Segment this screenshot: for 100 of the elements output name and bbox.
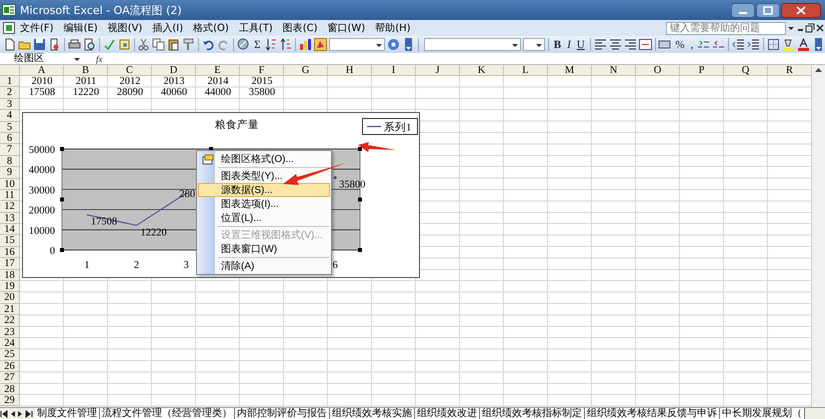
document-icon[interactable] bbox=[3, 22, 15, 34]
row-header[interactable]: 3 bbox=[0, 98, 20, 110]
row-header[interactable]: 25 bbox=[0, 349, 20, 361]
spelling-icon[interactable] bbox=[102, 38, 116, 51]
menu-item[interactable]: 视图(V) bbox=[102, 21, 148, 35]
column-header[interactable]: B bbox=[64, 65, 108, 76]
sort-ascending-icon[interactable] bbox=[264, 38, 278, 51]
sheet-tab[interactable]: 中长期发展规划（ bbox=[720, 408, 805, 419]
font-size-field[interactable] bbox=[523, 38, 545, 51]
increase-indent-icon[interactable] bbox=[747, 38, 760, 51]
column-header[interactable]: P bbox=[680, 65, 724, 76]
menu-item[interactable]: 绘图区格式(O)... bbox=[198, 152, 330, 166]
undo-icon[interactable] bbox=[202, 38, 216, 51]
row-header[interactable]: 2 bbox=[0, 87, 20, 99]
column-header[interactable]: K bbox=[460, 65, 504, 76]
row-header[interactable]: 8 bbox=[0, 156, 20, 168]
column-header[interactable]: A bbox=[20, 65, 64, 76]
row-header[interactable]: 6 bbox=[0, 132, 20, 144]
column-header[interactable]: O bbox=[636, 65, 680, 76]
underline-button[interactable]: U bbox=[574, 38, 587, 50]
row-header[interactable]: 5 bbox=[0, 122, 20, 133]
first-sheet-icon[interactable] bbox=[0, 408, 8, 418]
row-header[interactable]: 1 bbox=[0, 76, 20, 88]
next-sheet-icon[interactable] bbox=[17, 408, 24, 418]
sort-descending-icon[interactable] bbox=[279, 38, 292, 51]
row-header[interactable]: 21 bbox=[0, 304, 20, 316]
italic-button[interactable]: I bbox=[565, 38, 573, 50]
font-name-field[interactable] bbox=[424, 38, 522, 51]
sheet-tab[interactable]: 组织绩效改进 bbox=[415, 408, 480, 419]
menu-item[interactable]: 插入(I) bbox=[147, 21, 188, 35]
row-header[interactable]: 18 bbox=[0, 270, 20, 282]
close-icon[interactable] bbox=[781, 2, 821, 18]
column-header[interactable]: G bbox=[284, 65, 328, 76]
column-header[interactable]: E bbox=[196, 65, 240, 76]
percent-button[interactable]: % bbox=[673, 38, 687, 50]
row-header[interactable]: 7 bbox=[0, 144, 20, 156]
row-header[interactable]: 27 bbox=[0, 372, 20, 384]
menu-item[interactable]: 格式(O) bbox=[188, 21, 234, 35]
column-header[interactable]: H bbox=[328, 65, 372, 76]
new-file-icon[interactable] bbox=[3, 38, 16, 51]
menu-item[interactable]: 文件(F) bbox=[15, 21, 59, 35]
previous-sheet-icon[interactable] bbox=[9, 408, 16, 418]
decrease-indent-icon[interactable] bbox=[732, 38, 746, 51]
row-header[interactable]: 16 bbox=[0, 246, 20, 258]
bold-button[interactable]: B bbox=[552, 38, 564, 50]
vertical-scrollbar[interactable] bbox=[811, 65, 825, 407]
zoom-field[interactable] bbox=[329, 38, 386, 51]
menu-item[interactable]: 位置(L)... bbox=[198, 211, 330, 225]
align-right-icon[interactable] bbox=[624, 38, 637, 51]
row-header[interactable]: 14 bbox=[0, 224, 20, 236]
menu-item[interactable]: 工具(T) bbox=[234, 21, 278, 35]
paste-icon[interactable] bbox=[167, 38, 180, 51]
save-icon[interactable] bbox=[33, 38, 46, 51]
minimize-icon[interactable] bbox=[731, 2, 755, 18]
align-center-icon[interactable] bbox=[608, 38, 622, 51]
format-painter-icon[interactable] bbox=[182, 38, 196, 51]
menu-item[interactable]: 图表窗口(W) bbox=[198, 242, 330, 256]
column-header[interactable]: Q bbox=[724, 65, 768, 76]
column-header[interactable]: F bbox=[240, 65, 284, 76]
cut-icon[interactable] bbox=[137, 38, 150, 51]
row-header[interactable]: 15 bbox=[0, 235, 20, 247]
column-header[interactable]: R bbox=[768, 65, 812, 76]
menu-item[interactable]: 帮助(H) bbox=[370, 21, 416, 35]
column-header[interactable]: J bbox=[416, 65, 460, 76]
column-header[interactable]: N bbox=[592, 65, 636, 76]
close-icon[interactable] bbox=[815, 23, 825, 33]
selection-handle[interactable] bbox=[60, 147, 64, 151]
row-header[interactable]: 28 bbox=[0, 384, 20, 395]
menu-item[interactable]: 图表类型(Y)... bbox=[198, 169, 330, 183]
menu-item[interactable]: 源数据(S)... bbox=[198, 183, 330, 197]
column-header[interactable]: I bbox=[372, 65, 416, 76]
restore-icon[interactable] bbox=[805, 23, 815, 33]
autosum-button[interactable]: Σ bbox=[252, 38, 262, 50]
menu-item[interactable]: 编辑(E) bbox=[58, 21, 103, 35]
row-header[interactable]: 12 bbox=[0, 201, 20, 213]
selection-handle[interactable] bbox=[60, 248, 64, 252]
row-header[interactable]: 24 bbox=[0, 338, 20, 350]
borders-icon[interactable] bbox=[766, 38, 780, 51]
menu-item[interactable]: 窗口(W) bbox=[322, 21, 370, 35]
row-header[interactable]: 10 bbox=[0, 178, 20, 190]
print-icon[interactable] bbox=[68, 38, 81, 51]
chart-wizard-icon[interactable] bbox=[299, 38, 312, 51]
comma-button[interactable]: , bbox=[688, 38, 696, 50]
copy-icon[interactable] bbox=[152, 38, 166, 51]
last-sheet-icon[interactable] bbox=[25, 408, 33, 418]
row-header[interactable]: 20 bbox=[0, 292, 20, 304]
menu-item[interactable]: 清除(A) bbox=[198, 259, 330, 273]
font-color-icon[interactable] bbox=[796, 38, 810, 51]
column-header[interactable]: L bbox=[504, 65, 548, 76]
function-label[interactable]: fx bbox=[96, 54, 102, 64]
menu-item[interactable]: 图表选项(I)... bbox=[198, 197, 330, 211]
fill-color-icon[interactable] bbox=[782, 38, 795, 51]
row-header[interactable]: 17 bbox=[0, 258, 20, 270]
column-header[interactable]: C bbox=[108, 65, 152, 76]
chart-legend[interactable]: 系列1 bbox=[362, 118, 418, 135]
row-header[interactable]: 29 bbox=[0, 394, 20, 406]
sheet-tab[interactable]: 组织绩效考核结果反馈与申诉 bbox=[585, 408, 720, 419]
align-left-icon[interactable] bbox=[594, 38, 607, 51]
print-preview-icon[interactable] bbox=[82, 38, 96, 51]
selection-handle[interactable] bbox=[60, 198, 64, 202]
